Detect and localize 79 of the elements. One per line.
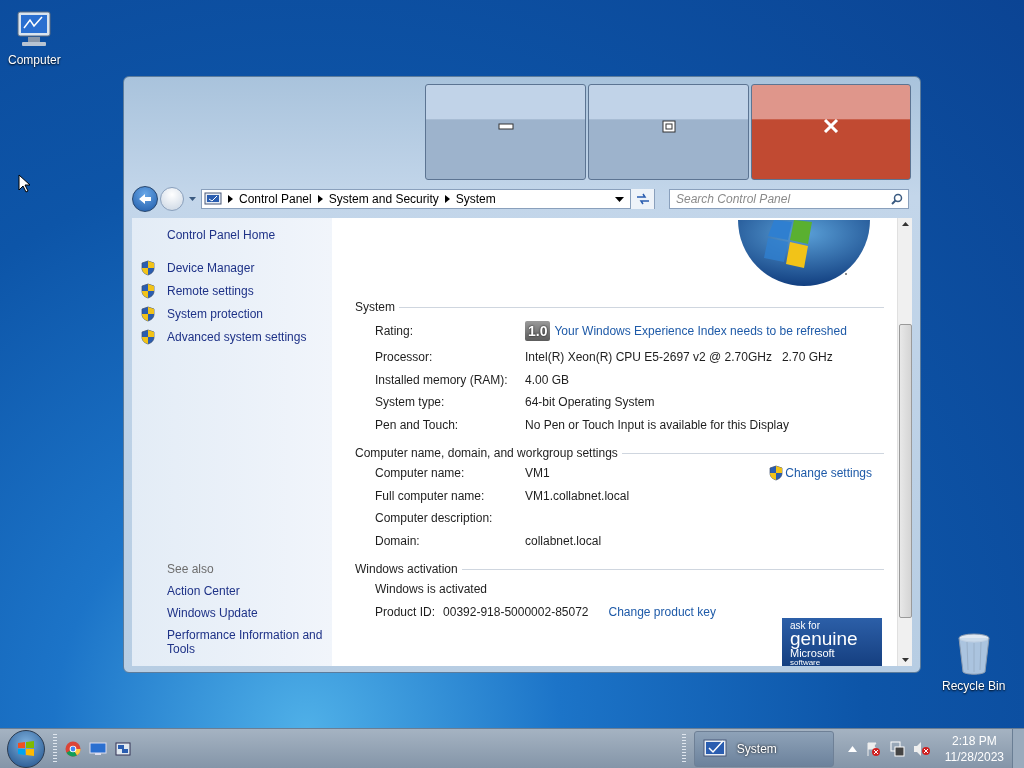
breadcrumb[interactable]: System and Security [328, 192, 439, 206]
section-heading: Windows activation [355, 562, 458, 576]
show-hidden-icons-icon[interactable] [847, 745, 857, 752]
recycle-bin-icon[interactable] [955, 632, 992, 676]
field-value: 64-bit Operating System [525, 395, 655, 410]
minimize-icon [497, 122, 514, 130]
change-settings-link[interactable]: Change settings [785, 466, 872, 481]
field-label: Rating: [375, 324, 415, 338]
field-value: VM1 [525, 466, 550, 481]
back-button[interactable] [132, 186, 158, 212]
field-label: Product ID: [375, 604, 436, 619]
sidebar-link[interactable]: Windows Update [167, 606, 342, 620]
scroll-down-arrow-icon[interactable] [901, 658, 909, 662]
system-window-icon [702, 737, 729, 760]
activation-status: Windows is activated [375, 582, 489, 597]
breadcrumb[interactable]: System [455, 192, 496, 206]
genuine-microsoft-badge[interactable]: ask for genuine Microsoft software [782, 618, 882, 666]
maximize-icon [661, 119, 676, 133]
control-panel-icon [204, 191, 222, 207]
shield-icon [769, 465, 784, 482]
field-value: Intel(R) Xeon(R) CPU E5-2697 v2 @ 2.70GHz 2.70 GHz [525, 350, 833, 365]
field-value: collabnet.local [525, 533, 602, 548]
network-icon[interactable] [888, 740, 905, 757]
sidebar-link[interactable]: Action Center [167, 584, 342, 598]
experience-index-link[interactable]: Your Windows Experience Index needs to be refreshed [554, 324, 847, 338]
search-icon[interactable] [891, 193, 903, 205]
sidebar-link[interactable]: Device Manager [167, 261, 255, 275]
windows-flag-icon [17, 739, 35, 758]
scroll-up-arrow-icon[interactable] [901, 222, 909, 226]
field-label: Pen and Touch: [375, 417, 460, 432]
sidebar-link[interactable]: Performance Information and Tools [167, 628, 342, 656]
shield-icon [141, 283, 155, 299]
chrome-browser-icon[interactable] [65, 740, 81, 757]
sidebar-link[interactable]: Control Panel Home [167, 228, 332, 242]
windows-icon[interactable] [115, 741, 131, 756]
see-also-heading: See also [167, 562, 215, 576]
section-heading: System [355, 300, 395, 314]
field-value: No Pen or Touch Input is available for this Display [525, 417, 789, 432]
speaker-muted-icon[interactable] [912, 740, 931, 757]
section-heading: Computer name, domain, and workgroup settings [355, 446, 618, 460]
field-value: 4.00 GB [525, 372, 570, 387]
close-icon [823, 119, 839, 133]
maximize-button[interactable] [588, 84, 749, 180]
sidebar-link[interactable]: Remote settings [167, 284, 254, 298]
refresh-button[interactable] [630, 189, 654, 209]
field-label: Domain: [375, 533, 421, 548]
scrollbar[interactable] [897, 218, 912, 666]
change-product-key-link[interactable]: Change product key [608, 604, 716, 619]
chevron-right-icon[interactable] [444, 195, 450, 203]
field-label: Processor: [375, 350, 434, 365]
field-label: Computer name: [375, 466, 466, 481]
dropdown-caret-icon[interactable] [615, 196, 624, 202]
breadcrumb[interactable]: Control Panel [239, 192, 312, 206]
field-value: 00392-918-5000002-85072 [443, 604, 589, 619]
start-button[interactable] [7, 729, 45, 768]
chevron-right-icon[interactable] [228, 195, 233, 203]
rating-badge: 1.0 [525, 321, 551, 341]
shield-icon [141, 329, 155, 345]
action-center-flag-icon[interactable] [864, 740, 881, 757]
field-label: Computer description: [375, 511, 494, 526]
chevron-right-icon[interactable] [317, 195, 323, 203]
address-bar[interactable]: Control Panel System and Security System [201, 189, 655, 209]
desktop-icon-label[interactable]: Computer [8, 53, 61, 67]
monitor-icon[interactable] [89, 741, 107, 756]
shield-icon [141, 306, 155, 322]
sidebar-link[interactable]: Advanced system settings [167, 330, 307, 344]
refresh-icon [635, 193, 650, 205]
field-label: Installed memory (RAM): [375, 372, 509, 387]
left-arrow-icon [138, 193, 152, 205]
field-label: Full computer name: [375, 488, 486, 503]
search-field[interactable]: Search Control Panel [669, 189, 909, 209]
desktop-icon-label[interactable]: Recycle Bin [942, 679, 1006, 693]
field-value: VM1.collabnet.local [525, 488, 630, 503]
scrollbar-thumb[interactable] [898, 324, 912, 618]
field-label: System type: [375, 395, 446, 410]
sidebar-link[interactable]: System protection [167, 307, 264, 321]
mouse-pointer-icon [18, 174, 30, 193]
shield-icon [141, 260, 155, 276]
minimize-button[interactable] [425, 84, 586, 180]
